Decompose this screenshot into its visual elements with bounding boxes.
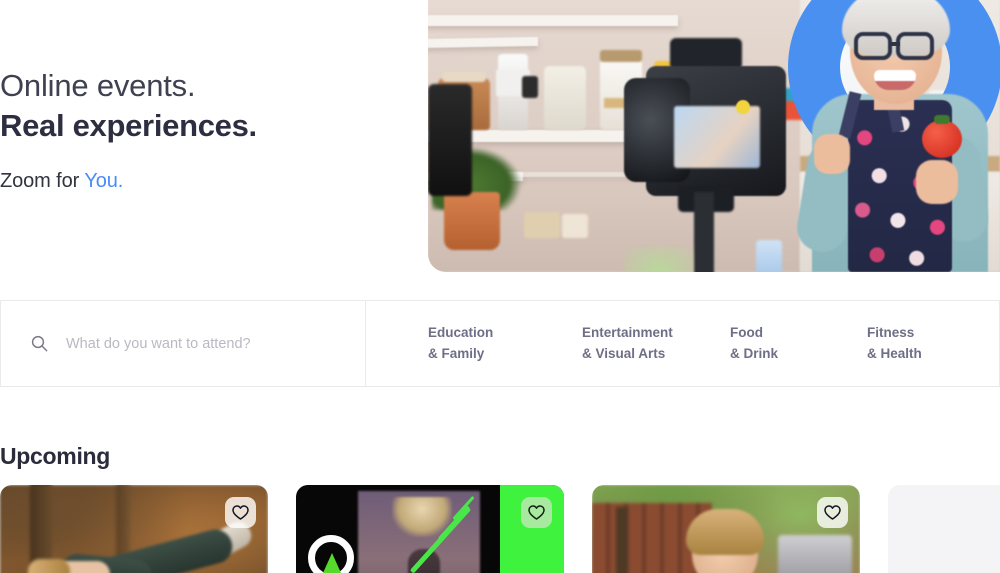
- category-line-2: & Health: [867, 345, 922, 361]
- moka-pot: [496, 54, 538, 130]
- category-line-1: Food: [730, 324, 763, 340]
- logo-triangle: [323, 553, 341, 573]
- eyeglass-right: [896, 32, 934, 60]
- person-hair: [686, 509, 764, 555]
- subline-link[interactable]: You.: [84, 170, 123, 192]
- upcoming-section-title: Upcoming: [0, 443, 111, 469]
- shelf-box-b: [562, 214, 588, 238]
- headline-line-2: Real experiences.: [0, 108, 257, 144]
- heart-icon: [528, 505, 545, 520]
- event-card[interactable]: [0, 485, 268, 573]
- favorite-button[interactable]: [817, 497, 848, 528]
- glass-jar: [544, 66, 586, 130]
- tomato: [922, 115, 962, 158]
- category-line-2: & Drink: [730, 345, 779, 361]
- host-person: [793, 0, 1000, 272]
- category-line-1: Education: [428, 324, 494, 340]
- upcoming-card-list: [0, 485, 1000, 573]
- person-right-hand: [916, 160, 958, 204]
- heart-icon: [824, 505, 841, 520]
- category-line-1: Entertainment: [582, 324, 673, 340]
- hero-subline: Zoom for You.: [0, 170, 123, 193]
- hero-headline: Online events. Real experiences.: [0, 66, 420, 147]
- tripod-column: [694, 192, 714, 272]
- person-left-hand: [814, 134, 850, 174]
- category-fitness-health[interactable]: Fitness & Health: [867, 323, 922, 365]
- category-food-drink[interactable]: Food & Drink: [730, 323, 867, 365]
- person-hair: [28, 559, 70, 573]
- person-smile: [874, 70, 916, 90]
- dark-foreground-object: [428, 84, 472, 196]
- camera-indicator: [736, 100, 750, 114]
- category-line-2: & Family: [428, 345, 485, 361]
- search-input[interactable]: [66, 335, 346, 352]
- shelf-top: [428, 15, 678, 26]
- palm-trunk: [616, 507, 628, 573]
- headline-line-1: Online events.: [0, 68, 196, 103]
- search-icon: [31, 335, 48, 352]
- eyeglass-bridge: [890, 42, 900, 46]
- subline-prefix: Zoom for: [0, 170, 85, 192]
- plant-pot: [444, 192, 500, 250]
- heart-icon: [232, 505, 249, 520]
- category-entertainment-visual-arts[interactable]: Entertainment & Visual Arts: [582, 323, 730, 365]
- event-card[interactable]: [592, 485, 860, 573]
- zoom-events-page: Online events. Real experiences. Zoom fo…: [0, 0, 1000, 573]
- shelf-box-a: [524, 212, 560, 238]
- category-line-1: Fitness: [867, 324, 915, 340]
- hero-photo: [428, 0, 1000, 272]
- spray-bottle: [756, 240, 782, 272]
- camera-screen: [674, 106, 760, 168]
- event-card[interactable]: [296, 485, 564, 573]
- category-line-2: & Visual Arts: [582, 345, 666, 361]
- favorite-button[interactable]: [225, 497, 256, 528]
- category-links: Education & Family Entertainment & Visua…: [366, 301, 999, 386]
- event-card-placeholder[interactable]: [888, 485, 1000, 573]
- category-education-family[interactable]: Education & Family: [428, 323, 582, 365]
- search-and-categories-bar: Education & Family Entertainment & Visua…: [0, 300, 1000, 387]
- hero-image: [428, 0, 1000, 272]
- eyeglass-left: [854, 32, 892, 60]
- favorite-button[interactable]: [521, 497, 552, 528]
- outdoor-equipment: [778, 535, 852, 573]
- search-field[interactable]: [1, 301, 366, 386]
- herb-plant: [624, 246, 694, 272]
